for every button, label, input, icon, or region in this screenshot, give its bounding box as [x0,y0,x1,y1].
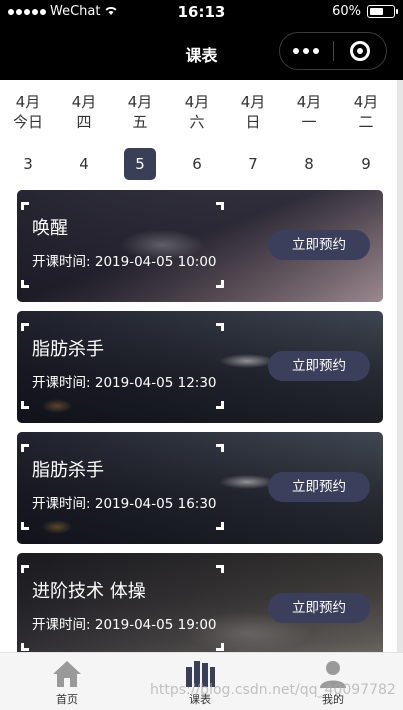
scroll-track [397,80,403,655]
start-value: 2019-04-05 19:00 [94,617,217,633]
home-icon [50,659,84,689]
book-button[interactable]: 立即预约 [268,351,370,381]
date-weekday: 四 [76,113,92,131]
class-start-time: 开课时间: 2019-04-05 16:30 [32,492,217,512]
frame-corner [216,280,224,288]
book-button[interactable]: 立即预约 [268,230,370,260]
close-icon [349,41,370,61]
class-name: 脂肪杀手 [32,339,104,360]
date-day: 7 [248,155,258,173]
date-item[interactable]: 4月五 5 [120,92,160,180]
date-item[interactable]: 4月日 7 [233,92,273,173]
tab-home-label: 首页 [56,693,78,706]
status-bar: WeChat 16:13 60% [0,0,403,24]
book-button[interactable]: 立即预约 [268,593,370,623]
date-item[interactable]: 4月二 9 [346,92,386,173]
frame-corner [21,280,29,288]
frame-corner [216,444,224,452]
class-card[interactable]: 脂肪杀手开课时间: 2019-04-05 16:30 立即预约 [17,432,383,544]
start-label: 开课时间: [32,496,91,512]
date-item[interactable]: 4月六 6 [177,92,217,173]
date-weekday: 日 [245,113,261,131]
date-item[interactable]: 4月一 8 [289,92,329,173]
date-month: 4月 [296,93,322,111]
frame-corner [216,643,224,651]
class-card[interactable]: 脂肪杀手开课时间: 2019-04-05 12:30 立即预约 [17,311,383,423]
frame-corner [216,401,224,409]
date-day: 9 [361,155,371,173]
date-day: 6 [192,155,202,173]
battery-icon [367,5,398,18]
class-start-time: 开课时间: 2019-04-05 19:00 [32,613,217,633]
date-day: 4 [79,155,89,173]
watermark: https://blog.csdn.net/qq_40097782 [150,682,396,698]
top-bar: WeChat 16:13 60% 课表 [0,0,403,80]
start-value: 2019-04-05 10:00 [94,254,217,270]
frame-corner [21,522,29,530]
date-weekday: 一 [301,113,317,131]
frame-corner [216,565,224,573]
frame-corner [21,444,29,452]
tab-home[interactable]: 首页 [27,659,107,707]
start-label: 开课时间: [32,617,91,633]
date-weekday: 今日 [12,113,43,131]
frame-corner [21,565,29,573]
start-label: 开课时间: [32,254,91,270]
frame-corner [216,323,224,331]
book-button[interactable]: 立即预约 [268,472,370,502]
date-month: 4月 [127,93,153,111]
more-button[interactable] [280,48,333,54]
class-start-time: 开课时间: 2019-04-05 10:00 [32,250,217,270]
class-start-time: 开课时间: 2019-04-05 12:30 [32,371,217,391]
date-month: 4月 [240,93,266,111]
class-card[interactable]: 唤醒开课时间: 2019-04-05 10:00 立即预约 [17,190,383,302]
class-name: 进阶技术 体操 [32,581,146,602]
date-day: 8 [304,155,314,173]
battery-indicator: 60% [332,4,398,19]
date-month: 4月 [71,93,97,111]
start-label: 开课时间: [32,375,91,391]
date-day: 3 [23,155,33,173]
tab-bar: 首页 课表 我的 [0,652,403,710]
frame-corner [21,202,29,210]
close-button[interactable] [333,41,386,61]
frame-corner [21,401,29,409]
date-month: 4月 [353,93,379,111]
date-weekday: 六 [189,113,205,131]
date-item[interactable]: 4月四 4 [64,92,104,173]
date-weekday: 五 [132,113,148,131]
date-month: 4月 [184,93,210,111]
class-card[interactable]: 进阶技术 体操开课时间: 2019-04-05 19:00 立即预约 [17,553,383,665]
start-value: 2019-04-05 16:30 [94,496,217,512]
battery-percent: 60% [332,4,361,19]
class-name: 脂肪杀手 [32,460,104,481]
class-name: 唤醒 [32,218,68,239]
frame-corner [21,323,29,331]
date-item[interactable]: 4月今日 3 [8,92,48,173]
date-day: 5 [124,148,156,180]
mini-program-capsule [279,32,387,70]
frame-corner [216,202,224,210]
frame-corner [216,522,224,530]
frame-corner [21,643,29,651]
date-weekday: 二 [358,113,374,131]
start-value: 2019-04-05 12:30 [94,375,217,391]
date-month: 4月 [15,93,41,111]
